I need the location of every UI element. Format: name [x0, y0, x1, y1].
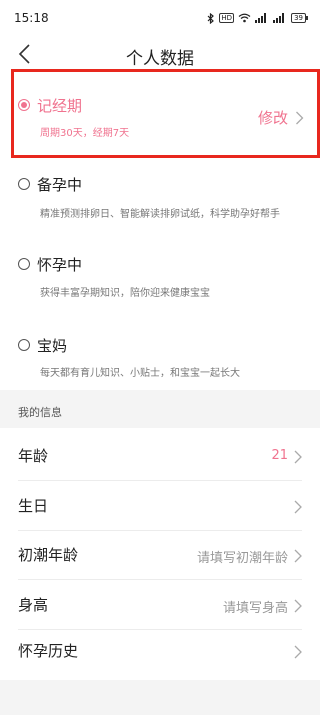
- status-bar: 15:18 HD 39: [0, 0, 320, 36]
- stage-option-pregnant[interactable]: 怀孕中 获得丰富孕期知识，陪你迎来健康宝宝: [0, 236, 320, 314]
- row-value: 请填写初潮年龄: [196, 551, 288, 566]
- chevron-right-icon: [294, 449, 302, 464]
- row-label: 生日: [18, 497, 49, 515]
- status-time: 15:18: [14, 11, 49, 25]
- stage-label: 备孕中: [37, 176, 83, 194]
- stage-label: 怀孕中: [37, 256, 83, 274]
- chevron-right-icon: [294, 598, 302, 613]
- chevron-right-icon: [294, 499, 302, 514]
- stage-desc: 精准预测排卵日、智能解读排卵试纸，科学助孕好帮手: [40, 209, 280, 220]
- hd-badge: HD: [219, 13, 235, 23]
- signal-icon: [255, 13, 269, 23]
- info-row-age[interactable]: 年龄 21: [0, 431, 320, 481]
- battery-icon: 39: [291, 13, 308, 23]
- stage-option-mom[interactable]: 宝妈 每天都有育儿知识、小贴士，和宝宝一起长大: [0, 314, 320, 390]
- row-value: 请填写身高: [222, 601, 288, 616]
- section-title: 我的信息: [18, 406, 62, 419]
- info-row-height[interactable]: 身高 请填写身高: [0, 580, 320, 630]
- row-value: 21: [271, 448, 288, 463]
- stage-desc: 获得丰富孕期知识，陪你迎来健康宝宝: [40, 288, 210, 299]
- chevron-right-icon: [294, 644, 302, 659]
- row-label: 身高: [18, 596, 49, 614]
- stage-option-preparing[interactable]: 备孕中 精准预测排卵日、智能解读排卵试纸，科学助孕好帮手: [0, 158, 320, 236]
- stage-label: 宝妈: [37, 337, 68, 355]
- info-row-birthday[interactable]: 生日: [0, 481, 320, 531]
- row-label: 怀孕历史: [18, 642, 79, 660]
- info-list: 年龄 21 生日 初潮年龄 请填写初潮年龄 身高 请填写身高 怀孕历史: [0, 428, 320, 680]
- row-label: 年龄: [18, 447, 49, 465]
- page-title: 个人数据: [126, 49, 194, 69]
- wifi-icon: [238, 13, 251, 23]
- info-row-pregnancy-history[interactable]: 怀孕历史: [0, 626, 320, 676]
- radio-icon[interactable]: [18, 178, 30, 190]
- bluetooth-icon: [207, 12, 215, 24]
- highlight-box: [11, 69, 320, 158]
- status-icons: HD 39: [207, 12, 308, 24]
- stage-desc: 每天都有育儿知识、小贴士，和宝宝一起长大: [40, 368, 240, 379]
- radio-icon[interactable]: [18, 339, 30, 351]
- chevron-right-icon: [294, 548, 302, 563]
- nav-bar: 个人数据: [0, 36, 320, 72]
- signal-icon: [273, 13, 287, 23]
- row-label: 初潮年龄: [18, 546, 79, 564]
- info-row-menarche-age[interactable]: 初潮年龄 请填写初潮年龄: [0, 530, 320, 580]
- radio-icon[interactable]: [18, 258, 30, 270]
